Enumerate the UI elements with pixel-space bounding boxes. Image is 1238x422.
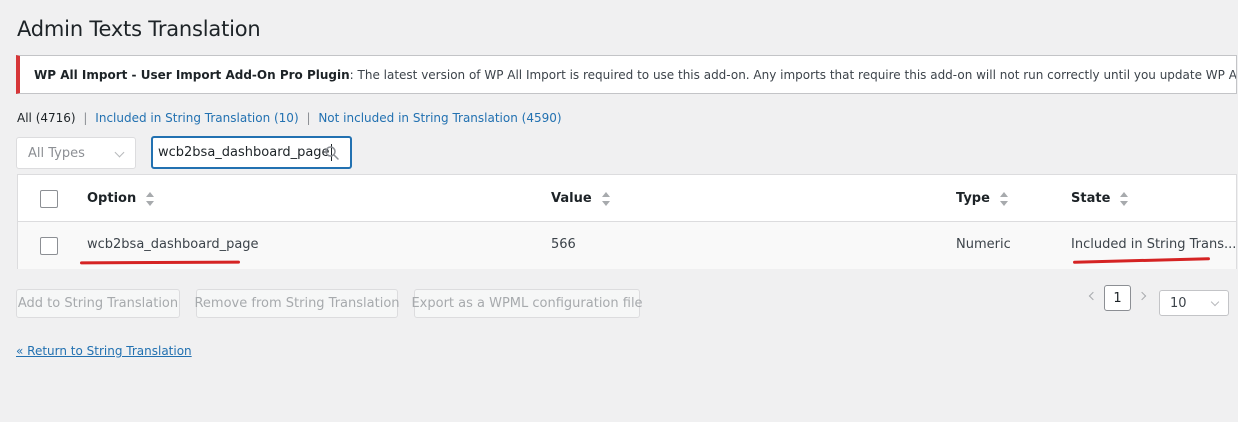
- per-page-value: 10: [1170, 295, 1187, 311]
- search-input[interactable]: wcb2bsa_dashboard_page: [151, 136, 352, 169]
- row-checkbox[interactable]: [40, 237, 58, 255]
- notice-plugin-name: WP All Import - User Import Add-On Pro P…: [34, 67, 350, 82]
- chevron-left-icon[interactable]: [1088, 291, 1098, 301]
- sort-icon: [999, 191, 1008, 206]
- filter-all[interactable]: All (4716): [17, 111, 76, 125]
- column-value[interactable]: Value: [551, 191, 610, 206]
- sort-icon: [146, 191, 155, 206]
- strings-table: Option Value Type State wcb2bsa_dashboar…: [17, 174, 1237, 269]
- column-type-label: Type: [956, 191, 990, 206]
- per-page-select[interactable]: 10: [1159, 290, 1229, 316]
- row-state: Included in String Trans...: [1071, 237, 1237, 252]
- table-row: wcb2bsa_dashboard_page 566 Numeric Inclu…: [18, 222, 1236, 269]
- filter-links: All (4716) | Included in String Translat…: [17, 111, 562, 125]
- annotation-underline: [1072, 257, 1211, 264]
- column-option[interactable]: Option: [87, 191, 155, 206]
- export-wpml-config-button[interactable]: Export as a WPML configuration file: [411, 289, 643, 318]
- type-filter-value: All Types: [28, 145, 85, 161]
- current-page[interactable]: 1: [1104, 285, 1131, 311]
- column-value-label: Value: [551, 191, 592, 206]
- table-header: Option Value Type State: [18, 175, 1236, 222]
- type-filter-select[interactable]: All Types: [16, 137, 136, 169]
- column-state-label: State: [1071, 191, 1111, 206]
- chevron-down-icon: [114, 147, 125, 158]
- filter-included[interactable]: Included in String Translation (10): [95, 111, 298, 125]
- search-icon[interactable]: [324, 145, 340, 161]
- row-option: wcb2bsa_dashboard_page: [87, 237, 259, 252]
- notice-message: : The latest version of WP All Import is…: [349, 67, 1237, 82]
- column-type[interactable]: Type: [956, 191, 1008, 206]
- filter-not-included[interactable]: Not included in String Translation (4590…: [318, 111, 561, 125]
- search-input-value: wcb2bsa_dashboard_page: [158, 145, 330, 160]
- row-type: Numeric: [956, 237, 1011, 252]
- column-option-label: Option: [87, 191, 137, 206]
- return-to-string-translation-link[interactable]: « Return to String Translation: [16, 344, 192, 358]
- column-state[interactable]: State: [1071, 191, 1129, 206]
- remove-from-string-translation-button[interactable]: Remove from String Translation: [194, 289, 400, 318]
- sort-icon: [1120, 191, 1129, 206]
- add-to-string-translation-button[interactable]: Add to String Translation: [16, 289, 180, 318]
- annotation-underline: [79, 260, 241, 265]
- row-value: 566: [551, 237, 576, 252]
- page-title: Admin Texts Translation: [17, 17, 261, 41]
- sort-icon: [601, 191, 610, 206]
- filter-separator: |: [83, 111, 88, 125]
- chevron-down-icon: [1210, 297, 1220, 307]
- filter-separator: |: [306, 111, 311, 125]
- select-all-checkbox[interactable]: [40, 190, 58, 208]
- chevron-right-icon[interactable]: [1137, 291, 1147, 301]
- update-notice: WP All Import - User Import Add-On Pro P…: [16, 55, 1237, 94]
